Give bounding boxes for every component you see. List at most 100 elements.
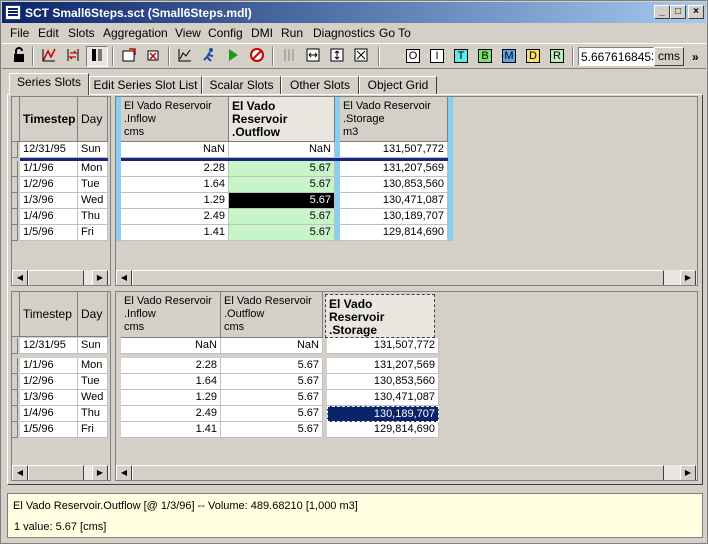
scroll-left-icon[interactable]: ◀ [12, 270, 28, 285]
stop-icon[interactable] [246, 46, 268, 67]
column-header-inflow[interactable]: El Vado Reservoir .Inflow cms [121, 97, 229, 142]
scroll-left-icon[interactable]: ◀ [12, 465, 28, 480]
column-header-storage[interactable]: El Vado Reservoir .Storage m3 [340, 97, 448, 142]
storage-cell[interactable]: 131,207,569 [340, 161, 448, 177]
scroll-right-icon[interactable]: ▶ [92, 465, 108, 480]
inflow-cell[interactable]: 1.64 [121, 374, 221, 390]
menu-aggregation[interactable]: Aggregation [103, 26, 168, 40]
storage-cell[interactable]: 129,814,690 [340, 225, 448, 241]
scroll-left-icon[interactable]: ◀ [116, 465, 132, 480]
plot-icon[interactable] [38, 46, 60, 67]
storage-cell[interactable]: 129,814,690 [327, 422, 439, 438]
outflow-cell[interactable]: NaN [229, 142, 335, 158]
table-row[interactable]: 1/4/96 Thu [12, 209, 110, 225]
inflow-cell[interactable]: 1.41 [121, 225, 229, 241]
table-row[interactable]: 1/3/96 Wed [12, 193, 110, 209]
menu-goto[interactable]: Go To [379, 26, 411, 40]
scroll-right-icon[interactable]: ▶ [680, 270, 696, 285]
scroll-thumb[interactable] [28, 270, 84, 285]
selected-storage-cell[interactable]: 130,189,707 [327, 406, 439, 422]
top-right-scrollbar[interactable]: ◀ ▶ [116, 269, 697, 285]
table-row[interactable]: 1/4/96 Thu [12, 406, 110, 422]
outflow-cell[interactable]: 5.67 [221, 374, 323, 390]
bottom-right-scrollbar[interactable]: ◀ ▶ [116, 464, 697, 480]
filter-i-button[interactable]: I [426, 46, 448, 67]
table-row[interactable]: 1/2/96 Tue [12, 374, 110, 390]
menu-slots[interactable]: Slots [68, 26, 95, 40]
outflow-cell[interactable]: 5.67 [229, 225, 335, 241]
inflow-cell[interactable]: 2.28 [121, 358, 221, 374]
inflow-cell[interactable]: NaN [121, 142, 229, 158]
new-window-icon[interactable] [118, 46, 140, 67]
separator-bars-icon[interactable] [278, 46, 300, 67]
fit-height-icon[interactable] [326, 46, 348, 67]
storage-cell[interactable]: 130,471,087 [327, 390, 439, 406]
column-header-storage[interactable]: El Vado Reservoir .Storage m3 [325, 294, 435, 338]
fit-all-icon[interactable] [350, 46, 372, 67]
inflow-cell[interactable]: 1.29 [121, 390, 221, 406]
tab-object-grid[interactable]: Object Grid [359, 76, 437, 95]
close-button[interactable]: × [688, 5, 704, 19]
lock-icon[interactable] [8, 46, 30, 67]
line-chart-icon[interactable] [174, 46, 196, 67]
storage-cell[interactable]: 130,853,560 [340, 177, 448, 193]
clear-icon[interactable] [142, 46, 164, 67]
menu-edit[interactable]: Edit [38, 26, 59, 40]
toolbar-overflow-icon[interactable]: » [692, 50, 699, 64]
inflow-cell[interactable]: 2.49 [121, 209, 229, 225]
value-field[interactable]: 5.6676168453 [578, 47, 654, 66]
menu-view[interactable]: View [175, 26, 201, 40]
selected-outflow-cell[interactable]: 5.67 [229, 193, 335, 209]
table-row[interactable]: 12/31/95 Sun [12, 338, 110, 354]
filter-o-button[interactable]: O [402, 46, 424, 67]
inflow-cell[interactable]: 1.64 [121, 177, 229, 193]
top-left-scrollbar[interactable]: ◀ ▶ [12, 269, 110, 285]
outflow-cell[interactable]: 5.67 [229, 209, 335, 225]
runner-icon[interactable] [198, 46, 220, 67]
outflow-cell[interactable]: 5.67 [221, 390, 323, 406]
bottom-left-scrollbar[interactable]: ◀ ▶ [12, 464, 110, 480]
title-bar[interactable]: SCT Small6Steps.sct (Small6Steps.mdl) _ … [2, 2, 706, 23]
storage-cell[interactable]: 130,189,707 [340, 209, 448, 225]
table-row[interactable]: 1/2/96 Tue [12, 177, 110, 193]
play-icon[interactable] [222, 46, 244, 67]
inflow-cell[interactable]: 1.29 [121, 193, 229, 209]
inflow-cell[interactable]: 2.49 [121, 406, 221, 422]
day-header[interactable]: Day [78, 97, 108, 142]
shift-icon[interactable] [62, 46, 84, 67]
scroll-thumb[interactable] [132, 270, 664, 285]
storage-cell[interactable]: 131,207,569 [327, 358, 439, 374]
table-row[interactable]: 1/3/96 Wed [12, 390, 110, 406]
filter-r-button[interactable]: R [546, 46, 568, 67]
scroll-thumb[interactable] [132, 465, 664, 480]
tab-scalar-slots[interactable]: Scalar Slots [202, 76, 281, 95]
outflow-cell[interactable]: NaN [221, 338, 323, 354]
storage-cell[interactable]: 131,507,772 [327, 338, 439, 354]
column-header-outflow[interactable]: El Vado Reservoir .Outflow cms [221, 292, 323, 338]
menu-dmi[interactable]: DMI [251, 26, 273, 40]
table-row[interactable]: 1/5/96 Fri [12, 225, 110, 241]
scroll-right-icon[interactable]: ▶ [680, 465, 696, 480]
filter-m-button[interactable]: M [498, 46, 520, 67]
fit-width-icon[interactable] [302, 46, 324, 67]
column-header-outflow[interactable]: El Vado Reservoir .Outflow cms [229, 97, 335, 142]
filter-t-button[interactable]: T [450, 46, 472, 67]
outflow-cell[interactable]: 5.67 [221, 406, 323, 422]
storage-cell[interactable]: 130,471,087 [340, 193, 448, 209]
storage-cell[interactable]: 131,507,772 [340, 142, 448, 158]
menu-run[interactable]: Run [281, 26, 303, 40]
tab-edit-series-slot-list[interactable]: Edit Series Slot List [89, 76, 202, 95]
day-header[interactable]: Day [78, 292, 108, 337]
table-row[interactable]: 1/1/96 Mon [12, 161, 110, 177]
outflow-cell[interactable]: 5.67 [221, 358, 323, 374]
columns-icon[interactable] [86, 46, 108, 67]
timestep-header[interactable]: Timestep [20, 97, 78, 142]
filter-b-button[interactable]: B [474, 46, 496, 67]
menu-file[interactable]: File [10, 26, 29, 40]
outflow-cell[interactable]: 5.67 [229, 161, 335, 177]
tab-series-slots[interactable]: Series Slots [9, 73, 89, 95]
table-row[interactable]: 1/5/96 Fri [12, 422, 110, 438]
outflow-cell[interactable]: 5.67 [221, 422, 323, 438]
storage-cell[interactable]: 130,853,560 [327, 374, 439, 390]
column-header-inflow[interactable]: El Vado Reservoir .Inflow cms [121, 292, 221, 338]
